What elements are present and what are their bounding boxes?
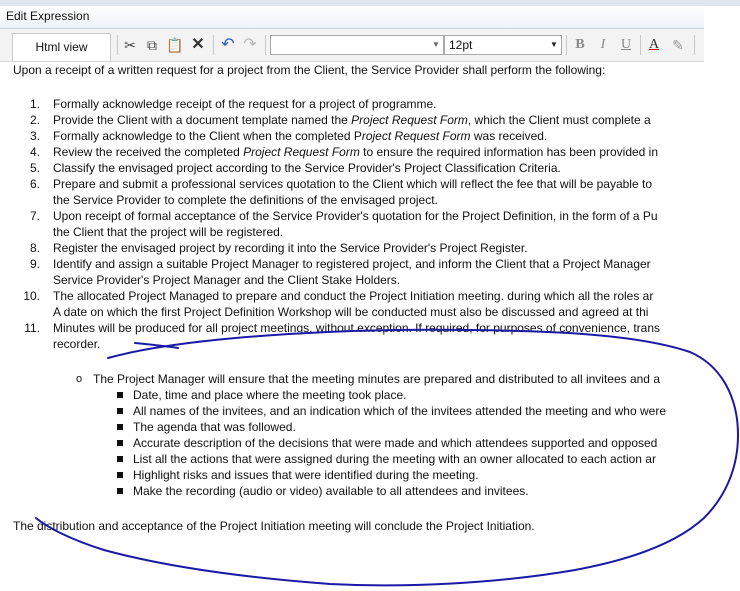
html-view-tab[interactable]: Html view [12, 33, 111, 61]
sub-bullet-text: List all the actions that were assigned … [133, 452, 656, 466]
list-item-text-part: was received. [470, 129, 548, 143]
sub-bullet-text: Highlight risks and issues that were ide… [133, 468, 479, 482]
list-item-continuation: the Client that the project will be regi… [53, 225, 284, 239]
list-item-text: Review the received the completed Projec… [53, 144, 658, 160]
toolbar-separator [117, 35, 118, 55]
paste-icon[interactable]: 📋 [166, 36, 184, 54]
list-item-number: 6. [29, 177, 40, 191]
chevron-down-icon: ▼ [550, 40, 558, 49]
form-name-italic: roject Request Form [361, 129, 471, 143]
closing-paragraph: The distribution and acceptance of the P… [13, 519, 535, 533]
list-item-text: Formally acknowledge to the Client when … [53, 128, 547, 144]
list-item-number: 8. [29, 241, 40, 255]
list-item-number: 2. [29, 113, 40, 127]
intro-paragraph: Upon a receipt of a written request for … [13, 63, 606, 77]
font-size-select[interactable]: 12pt ▼ [444, 35, 562, 55]
list-item-text: Classify the envisaged project according… [53, 161, 561, 175]
square-bullet-icon [117, 456, 123, 462]
square-bullet-icon [117, 424, 123, 430]
list-item-number: 1. [29, 97, 40, 111]
redo-icon[interactable]: ↷ [241, 36, 259, 54]
title-bar: Edit Expression [0, 6, 704, 29]
toolbar-separator [265, 35, 266, 55]
list-item-text: Formally acknowledge receipt of the requ… [53, 97, 437, 111]
hollow-bullet-icon: o [76, 373, 83, 385]
list-item-text-part: , which the Client must complete a [467, 113, 651, 127]
font-color-icon[interactable]: A [645, 36, 663, 54]
square-bullet-icon [117, 472, 123, 478]
form-name-italic: Project Request Form [243, 145, 360, 159]
copy-icon[interactable]: ⧉ [143, 36, 161, 54]
list-item-text: Minutes will be produced for all project… [53, 321, 660, 335]
sub-bullet-text: The agenda that was followed. [133, 420, 296, 434]
editor-toolbar: Html view ✂ ⧉ 📋 ✕ ↶ ↷ ▼ 12pt ▼ B I U A ✎ [0, 29, 704, 62]
list-item-number: 3. [29, 129, 40, 143]
form-name-italic: Project Request Form [351, 113, 468, 127]
list-item-continuation: the Service Provider to complete the def… [53, 193, 438, 207]
font-size-value: 12pt [449, 38, 473, 52]
sub-item-text: The Project Manager will ensure that the… [93, 372, 660, 386]
italic-icon[interactable]: I [594, 36, 612, 54]
sub-bullet-text: Make the recording (audio or video) avai… [133, 484, 529, 498]
list-item-text-part: Provide the Client with a document templ… [53, 113, 352, 127]
list-item-number: 5. [29, 161, 40, 175]
square-bullet-icon [117, 408, 123, 414]
font-name-select[interactable]: ▼ [270, 35, 444, 55]
square-bullet-icon [117, 392, 123, 398]
editor-content[interactable]: Upon a receipt of a written request for … [0, 62, 704, 591]
list-item-text: The allocated Project Managed to prepare… [53, 289, 654, 303]
list-item-text: Prepare and submit a professional servic… [53, 177, 652, 191]
chevron-down-icon: ▼ [432, 40, 440, 49]
undo-icon[interactable]: ↶ [219, 36, 237, 54]
toolbar-separator [694, 35, 695, 55]
sub-bullet-text: Accurate description of the decisions th… [133, 436, 658, 450]
square-bullet-icon [117, 440, 123, 446]
list-item-number: 10. [23, 289, 40, 303]
list-item-text-part: Review the received the completed [53, 145, 244, 159]
underline-icon[interactable]: U [617, 36, 635, 54]
sub-bullet-text: Date, time and place where the meeting t… [133, 388, 407, 402]
list-item-continuation: A date on which the first Project Defini… [53, 305, 649, 319]
list-item-text: Provide the Client with a document templ… [53, 112, 651, 128]
toolbar-separator [566, 35, 567, 55]
list-item-number: 11. [24, 321, 40, 335]
list-item-text: Upon receipt of formal acceptance of the… [53, 209, 658, 223]
bold-icon[interactable]: B [571, 36, 589, 54]
list-item-text: Register the envisaged project by record… [53, 241, 528, 255]
toolbar-separator [640, 35, 641, 55]
list-item-number: 4. [29, 145, 40, 159]
window-edge [704, 6, 740, 591]
sub-bullet-text: All names of the invitees, and an indica… [133, 404, 666, 418]
list-item-continuation: recorder. [53, 337, 101, 351]
cut-icon[interactable]: ✂ [121, 36, 139, 54]
square-bullet-icon [117, 488, 123, 494]
list-item-text-part: Formally acknowledge to the Client when … [53, 129, 362, 143]
highlight-icon[interactable]: ✎ [669, 36, 687, 54]
list-item-continuation: Service Provider's Project Manager and t… [53, 273, 401, 287]
toolbar-separator [213, 35, 214, 55]
list-item-number: 9. [29, 257, 40, 271]
list-item-number: 7. [29, 209, 40, 223]
list-item-text-part: to ensure the required information has b… [359, 145, 659, 159]
list-item-text: Identify and assign a suitable Project M… [53, 257, 651, 271]
delete-icon[interactable]: ✕ [189, 36, 207, 54]
window-title: Edit Expression [6, 9, 90, 23]
